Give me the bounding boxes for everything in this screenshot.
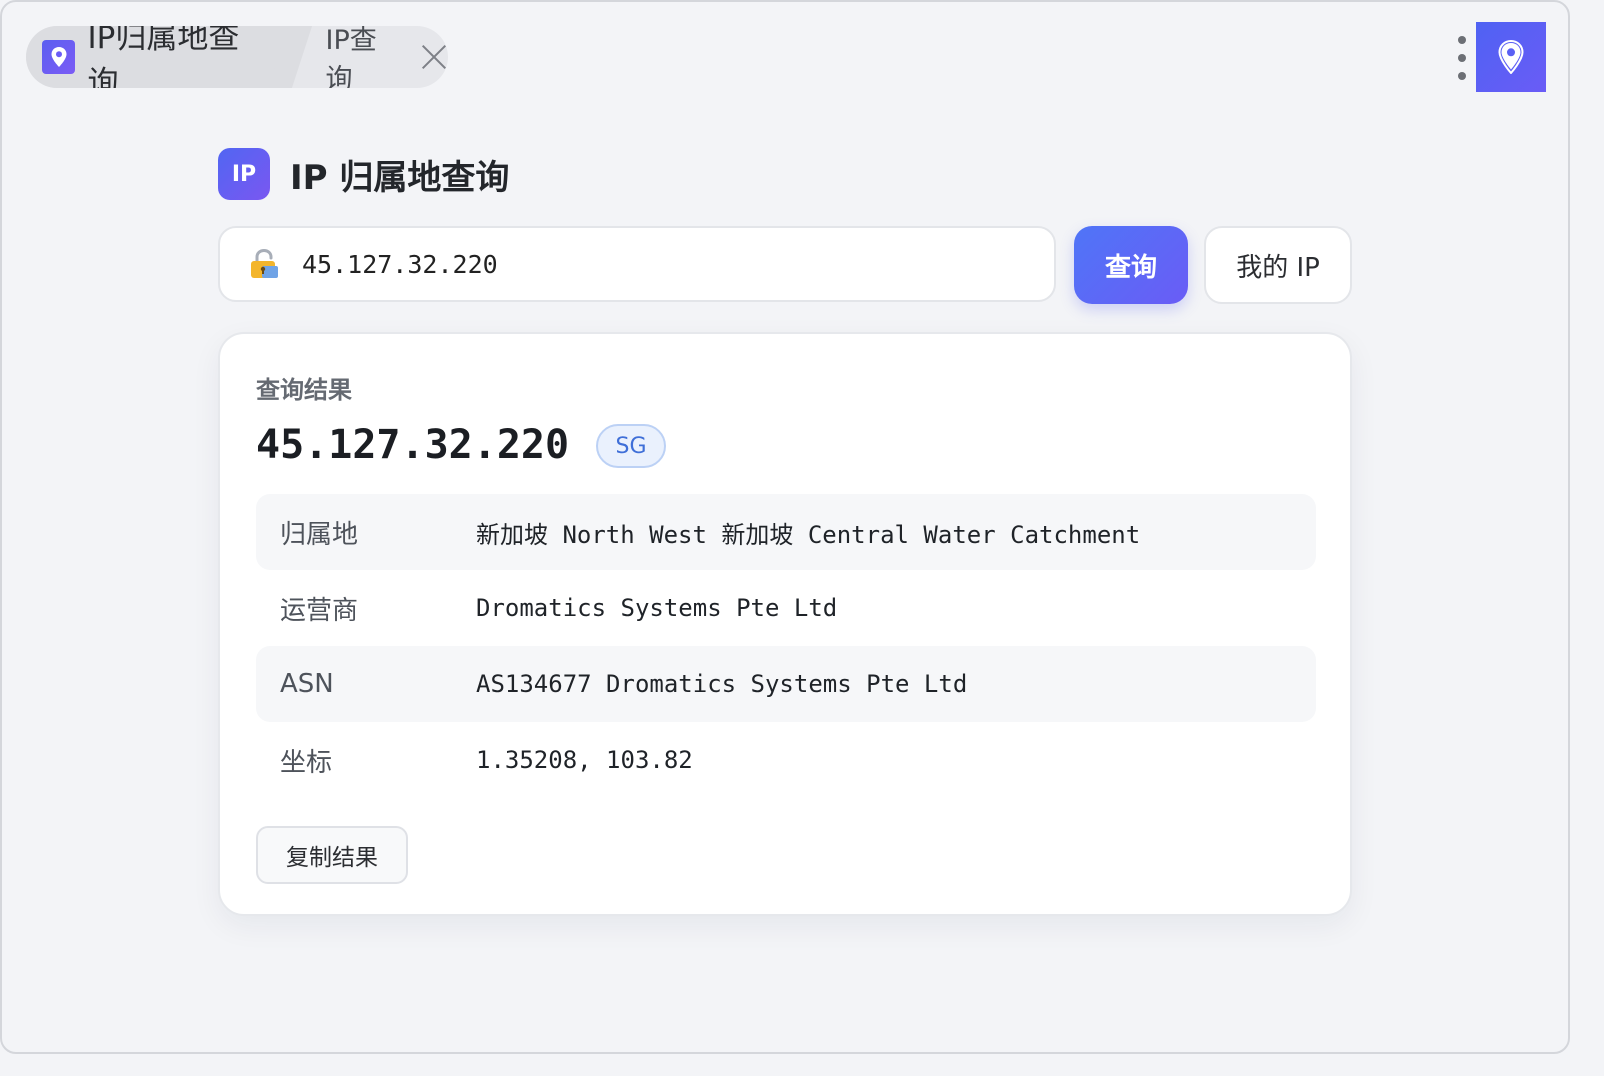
app-logo: IP [218, 148, 270, 200]
table-row: 坐标 1.35208, 103.82 [256, 722, 1316, 798]
my-ip-button[interactable]: 我的 IP [1204, 226, 1352, 304]
row-value: 新加坡 North West 新加坡 Central Water Catchme… [476, 520, 1141, 549]
tab-ip-query[interactable]: IP查询 [290, 26, 448, 88]
ip-input[interactable] [300, 248, 1004, 280]
country-badge: SG [596, 424, 666, 468]
row-key: ASN [280, 669, 334, 699]
row-key: 运营商 [280, 595, 359, 626]
lock-icon [248, 248, 280, 280]
more-vertical-icon[interactable] [1454, 36, 1470, 80]
page-title: IP 归属地查询 [290, 157, 510, 198]
location-pin-icon [42, 40, 76, 74]
row-key: 归属地 [280, 519, 359, 550]
row-value: Dromatics Systems Pte Ltd [476, 594, 838, 622]
result-rows: 归属地 新加坡 North West 新加坡 Central Water Cat… [256, 494, 1316, 798]
row-value: 1.35208, 103.82 [476, 746, 693, 774]
tab-app-title: IP归属地查询 [87, 26, 240, 88]
app-window: IP归属地查询 IP查询 IP IP 归属地查询 45.127.32.220 查… [0, 0, 1570, 1054]
row-value: AS134677 Dromatics Systems Pte Ltd [476, 670, 968, 698]
table-row: 运营商 Dromatics Systems Pte Ltd [256, 570, 1316, 646]
copy-result-button[interactable]: 复制结果 [256, 826, 408, 884]
row-key: 坐标 [280, 747, 333, 778]
tab-ip-query-label: IP查询 [325, 26, 377, 88]
tab-app[interactable]: IP归属地查询 [26, 26, 290, 88]
close-icon[interactable] [420, 43, 448, 71]
query-button[interactable]: 查询 [1074, 226, 1188, 304]
page-header: IP IP 归属地查询 [218, 148, 509, 200]
result-ip: 45.127.32.220 [256, 422, 570, 468]
result-card: 查询结果 45.127.32.220 SG 归属地 新加坡 North West… [218, 332, 1352, 916]
location-pin-icon[interactable] [1476, 22, 1546, 92]
tab-bar: IP归属地查询 IP查询 [26, 26, 448, 88]
table-row: 归属地 新加坡 North West 新加坡 Central Water Cat… [256, 494, 1316, 570]
search-box [218, 226, 1056, 302]
result-section-label: 查询结果 [256, 376, 352, 404]
table-row: ASN AS134677 Dromatics Systems Pte Ltd [256, 646, 1316, 722]
